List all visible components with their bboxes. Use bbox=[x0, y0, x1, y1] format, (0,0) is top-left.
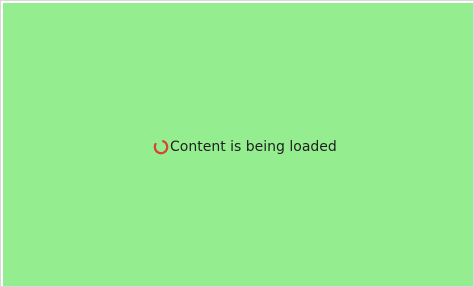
loading-spinner-icon bbox=[153, 139, 169, 155]
loading-indicator: Content is being loaded bbox=[153, 138, 337, 156]
window-frame: Content is being loaded bbox=[0, 0, 474, 287]
loading-message: Content is being loaded bbox=[170, 139, 337, 155]
content-panel: Content is being loaded bbox=[3, 3, 473, 286]
